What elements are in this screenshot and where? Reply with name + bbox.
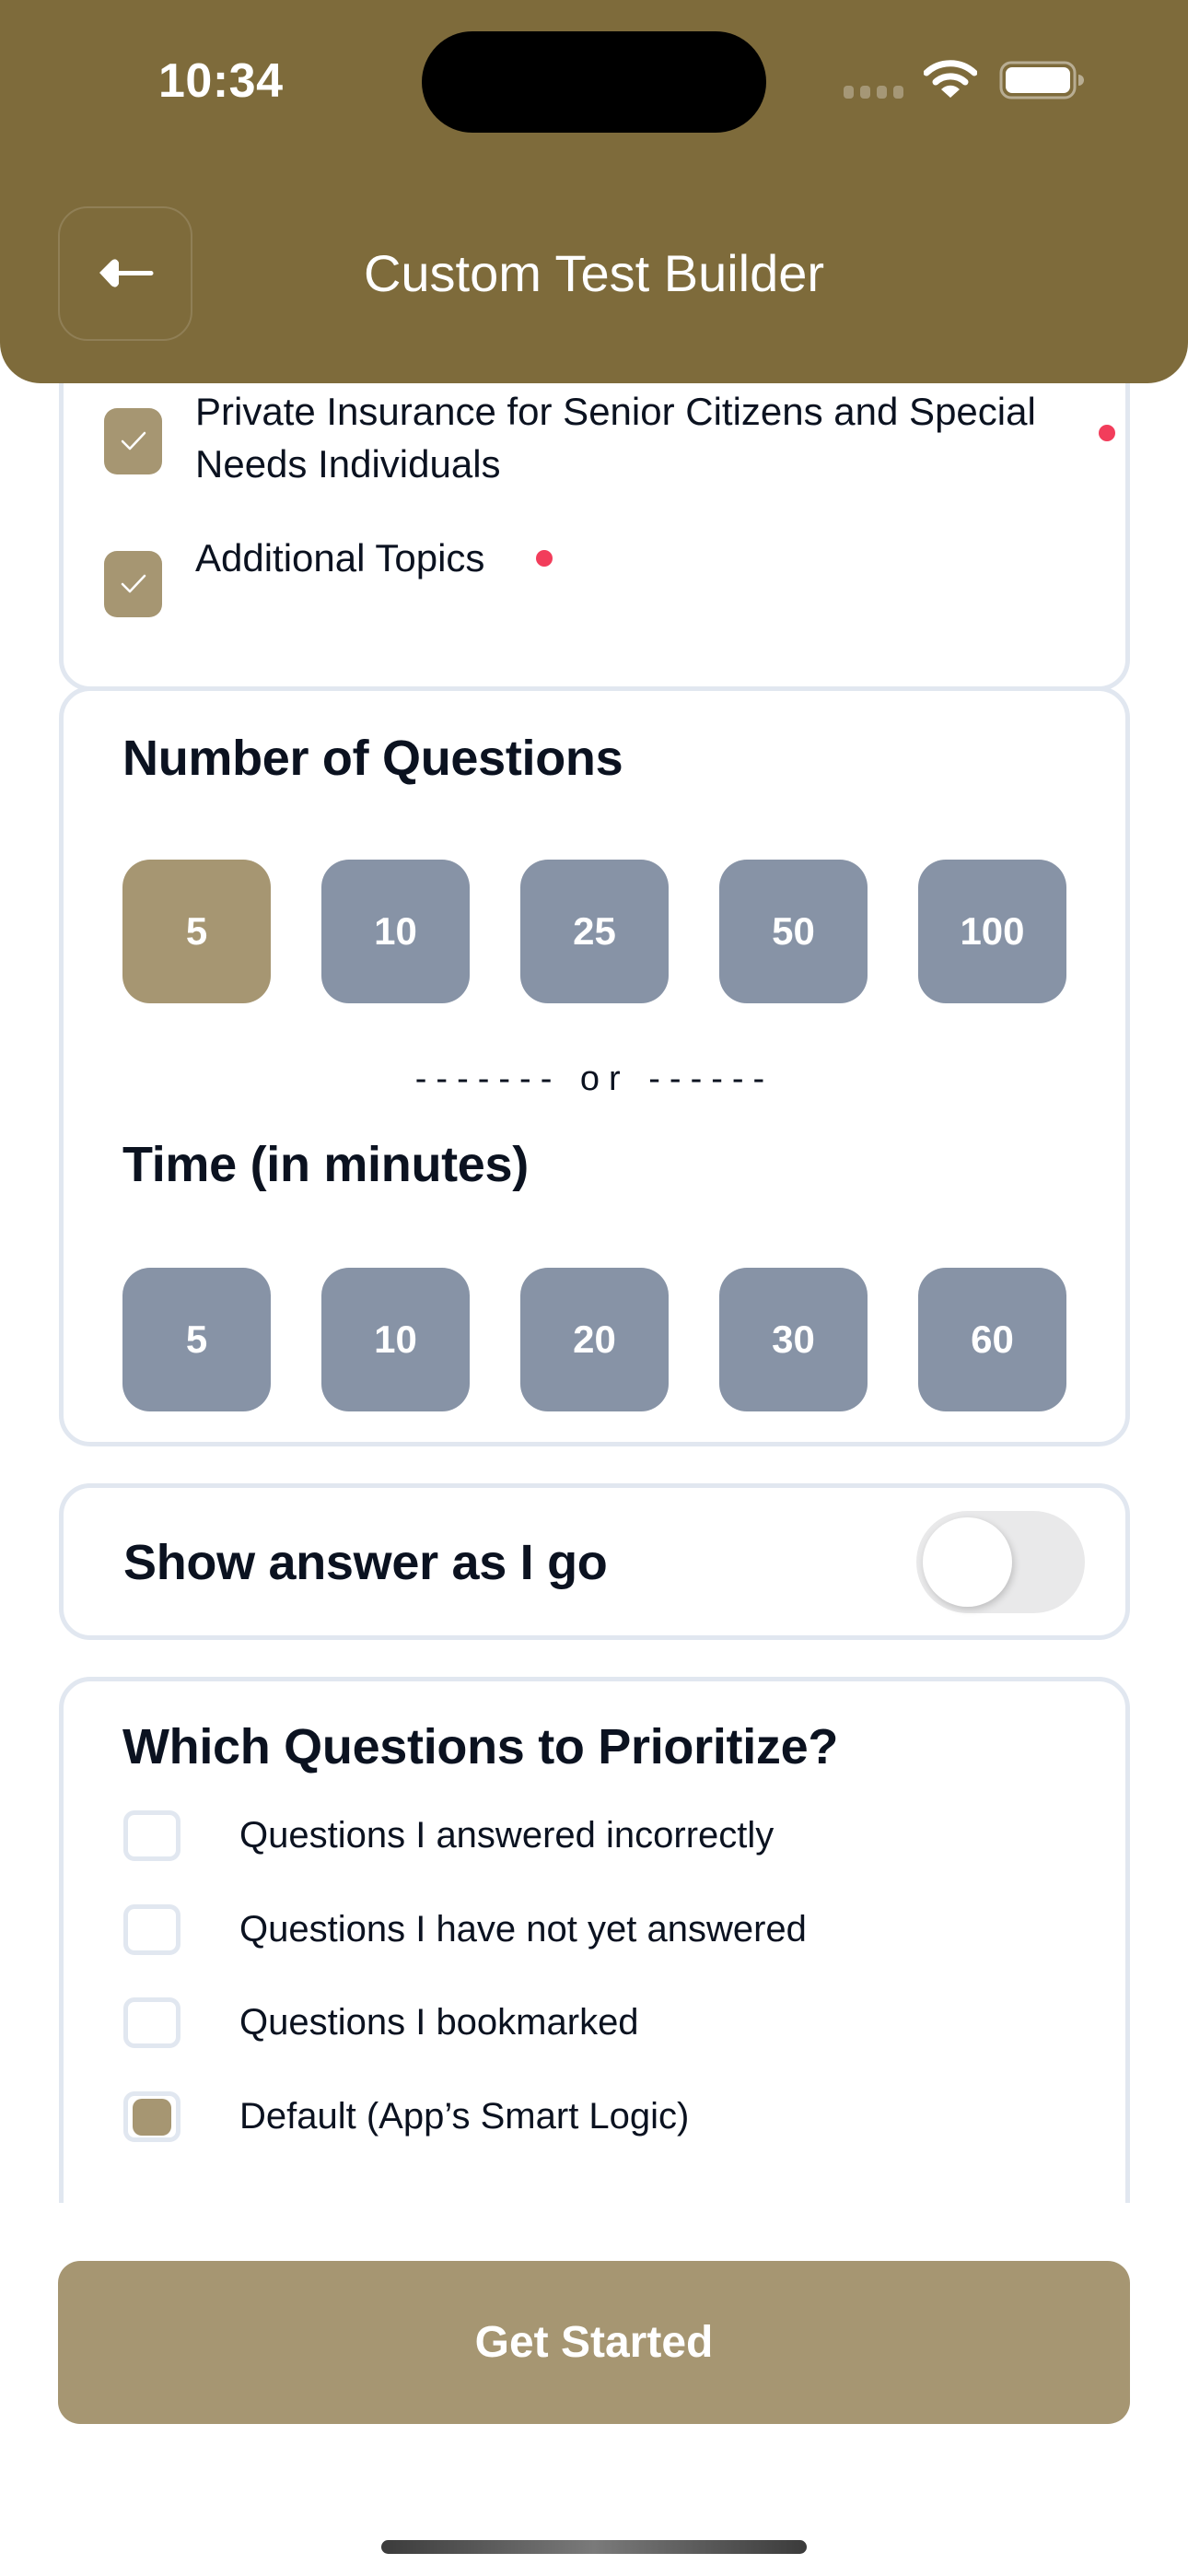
prioritize-title: Which Questions to Prioritize? bbox=[122, 1719, 839, 1774]
question-count-option[interactable]: 10 bbox=[321, 860, 470, 1003]
topic-item[interactable] bbox=[104, 551, 162, 617]
indicator-dot bbox=[1099, 425, 1115, 441]
prioritize-option-label: Questions I bookmarked bbox=[239, 2002, 639, 2043]
prioritize-option[interactable]: Questions I have not yet answered bbox=[123, 1904, 807, 1955]
page-title: Custom Test Builder bbox=[363, 244, 825, 302]
topic-label: Additional Topics bbox=[195, 536, 485, 580]
prioritize-option-label: Questions I have not yet answered bbox=[239, 1909, 807, 1950]
show-answer-toggle[interactable] bbox=[916, 1511, 1085, 1613]
time-option[interactable]: 20 bbox=[520, 1268, 669, 1411]
prioritize-card: Which Questions to Prioritize? Questions… bbox=[59, 1677, 1130, 2203]
topic-item[interactable] bbox=[104, 408, 162, 474]
wifi-icon bbox=[924, 60, 977, 98]
status-time: 10:34 bbox=[158, 54, 284, 108]
question-count-option[interactable]: 50 bbox=[719, 860, 868, 1003]
checkmark-icon bbox=[121, 431, 146, 451]
selected-fill bbox=[133, 2098, 171, 2136]
question-count-options: 5 10 25 50 100 bbox=[122, 860, 1066, 1003]
prioritize-option[interactable]: Default (App’s Smart Logic) bbox=[123, 2091, 689, 2142]
time-option[interactable]: 5 bbox=[122, 1268, 271, 1411]
checkbox-unchecked[interactable] bbox=[123, 1997, 181, 2048]
prioritize-option-label: Default (App’s Smart Logic) bbox=[239, 2096, 690, 2137]
or-separator: ------- or ------ bbox=[414, 1060, 775, 1098]
time-options: 5 10 20 30 60 bbox=[122, 1268, 1066, 1411]
prioritize-option[interactable]: Questions I answered incorrectly bbox=[123, 1810, 774, 1861]
question-count-option[interactable]: 25 bbox=[520, 860, 669, 1003]
prioritize-option[interactable]: Questions I bookmarked bbox=[123, 1997, 639, 2048]
battery-icon bbox=[999, 61, 1084, 100]
number-of-questions-title: Number of Questions bbox=[122, 731, 623, 786]
checkbox-unchecked[interactable] bbox=[123, 1810, 181, 1861]
dynamic-island bbox=[422, 31, 766, 133]
time-option[interactable]: 10 bbox=[321, 1268, 470, 1411]
app-header: 10:34 Custom Test Builder bbox=[0, 0, 1188, 383]
time-title: Time (in minutes) bbox=[122, 1137, 529, 1192]
checkbox-selected[interactable] bbox=[123, 2091, 181, 2142]
checkmark-icon bbox=[121, 574, 146, 593]
question-count-option[interactable]: 5 bbox=[122, 860, 271, 1003]
prioritize-option-label: Questions I answered incorrectly bbox=[239, 1815, 775, 1856]
show-answer-label: Show answer as I go bbox=[123, 1535, 608, 1590]
toggle-knob bbox=[923, 1517, 1012, 1607]
show-answer-card: Show answer as I go bbox=[59, 1483, 1130, 1640]
cellular-signal-icon bbox=[844, 86, 903, 99]
topic-label: Private Insurance for Senior Citizens an… bbox=[195, 390, 1036, 486]
checkbox-checked[interactable] bbox=[104, 551, 162, 617]
time-option[interactable]: 60 bbox=[918, 1268, 1066, 1411]
get-started-button[interactable]: Get Started bbox=[58, 2261, 1130, 2424]
question-settings-card: Number of Questions 5 10 25 50 100 -----… bbox=[59, 686, 1130, 1446]
checkbox-unchecked[interactable] bbox=[123, 1904, 181, 1955]
time-option[interactable]: 30 bbox=[719, 1268, 868, 1411]
home-indicator bbox=[381, 2540, 807, 2554]
indicator-dot bbox=[536, 550, 553, 567]
checkbox-checked[interactable] bbox=[104, 408, 162, 474]
question-count-option[interactable]: 100 bbox=[918, 860, 1066, 1003]
